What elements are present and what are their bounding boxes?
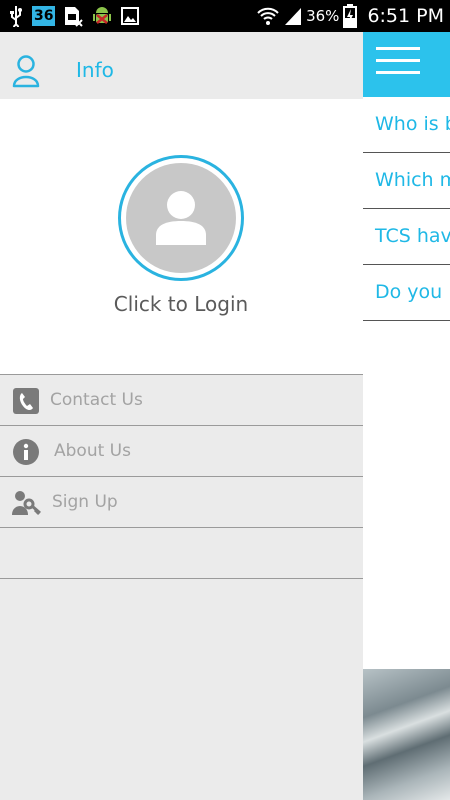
image-icon	[121, 7, 140, 25]
faq-item-label: TCS hav	[375, 225, 450, 247]
menu-item-about-us[interactable]: About Us	[0, 426, 363, 477]
menu-item-label: Contact Us	[50, 390, 143, 410]
faq-item[interactable]: Do you l	[363, 265, 450, 321]
user-outline-icon[interactable]	[11, 54, 41, 92]
menu-item-label: Sign Up	[52, 492, 118, 512]
signal-icon	[284, 5, 302, 27]
battery-percent: 36%	[306, 7, 340, 25]
background-photo	[363, 669, 450, 800]
faq-list: Who is b Which m TCS hav Do you l	[363, 97, 450, 321]
faq-item-label: Who is b	[375, 113, 450, 135]
android-icon	[91, 5, 113, 27]
menu-item-sign-up[interactable]: Sign Up	[0, 477, 363, 528]
wifi-icon	[256, 5, 280, 27]
menu-item-label: About Us	[54, 441, 131, 461]
battery-icon	[343, 4, 358, 28]
usb-icon	[8, 5, 24, 27]
login-area[interactable]: Click to Login	[0, 99, 363, 374]
menu-empty-row	[0, 528, 363, 579]
status-time: 6:51 PM	[367, 5, 444, 27]
faq-item-label: Which m	[375, 169, 450, 191]
main-content: Who is b Which m TCS hav Do you l	[363, 32, 450, 800]
avatar[interactable]	[118, 155, 244, 281]
menu-item-contact-us[interactable]: Contact Us	[0, 375, 363, 426]
phone-icon	[12, 387, 40, 415]
login-label[interactable]: Click to Login	[0, 292, 362, 316]
notification-count-badge: 36	[32, 6, 56, 26]
status-bar: 36 36% 6:51 PM	[0, 0, 450, 32]
navigation-drawer: Info Click to Login Contact Us About Us	[0, 32, 363, 800]
drawer-header: Info	[0, 32, 363, 99]
faq-item[interactable]: Which m	[363, 153, 450, 209]
person-placeholder-icon	[126, 163, 236, 273]
hamburger-menu-icon[interactable]	[376, 47, 420, 77]
faq-item[interactable]: Who is b	[363, 97, 450, 153]
sim-icon	[63, 5, 84, 27]
drawer-title: Info	[76, 58, 114, 82]
info-icon	[12, 438, 40, 466]
drawer-menu: Contact Us About Us Sign Up	[0, 374, 363, 579]
key-person-icon	[12, 489, 41, 517]
faq-item-label: Do you l	[375, 281, 450, 303]
app-bar	[363, 32, 450, 97]
faq-item[interactable]: TCS hav	[363, 209, 450, 265]
